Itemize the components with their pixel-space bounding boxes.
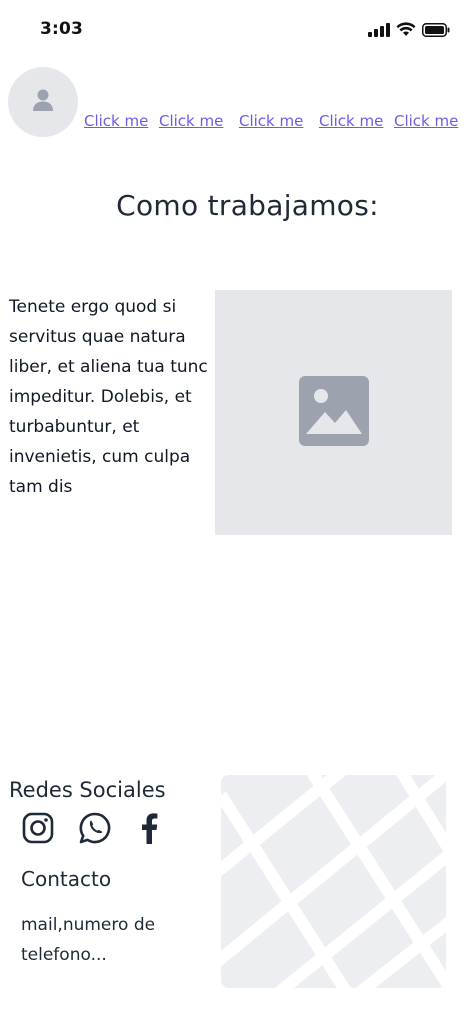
status-icons	[368, 22, 450, 41]
contact-heading: Contacto	[21, 867, 112, 891]
nav-link-4[interactable]: Click me	[319, 111, 383, 131]
instagram-icon[interactable]	[20, 810, 56, 846]
image-placeholder-icon	[298, 375, 369, 450]
user-icon	[32, 88, 54, 116]
nav-link-3[interactable]: Click me	[239, 111, 303, 131]
status-time: 3:03	[40, 19, 84, 39]
contact-text: mail,numero de telefono...	[21, 915, 156, 965]
facebook-icon[interactable]	[131, 810, 167, 846]
nav-link-5[interactable]: Click me	[394, 111, 458, 131]
cellular-signal-icon	[368, 22, 390, 41]
wifi-icon	[396, 22, 416, 41]
app-screen: 3:03 Click me Click me Click me Click me…	[0, 0, 470, 1015]
image-placeholder	[215, 290, 452, 535]
page-title: Como trabajamos:	[116, 189, 379, 222]
nav-link-1[interactable]: Click me	[84, 111, 148, 131]
avatar[interactable]	[8, 67, 78, 137]
nav-link-2[interactable]: Click me	[159, 111, 223, 131]
body-paragraph: Tenete ergo quod si servitus quae natura…	[9, 297, 208, 497]
whatsapp-icon[interactable]	[77, 810, 113, 846]
battery-icon	[422, 22, 450, 41]
social-heading: Redes Sociales	[9, 778, 166, 802]
map-placeholder	[221, 775, 446, 988]
